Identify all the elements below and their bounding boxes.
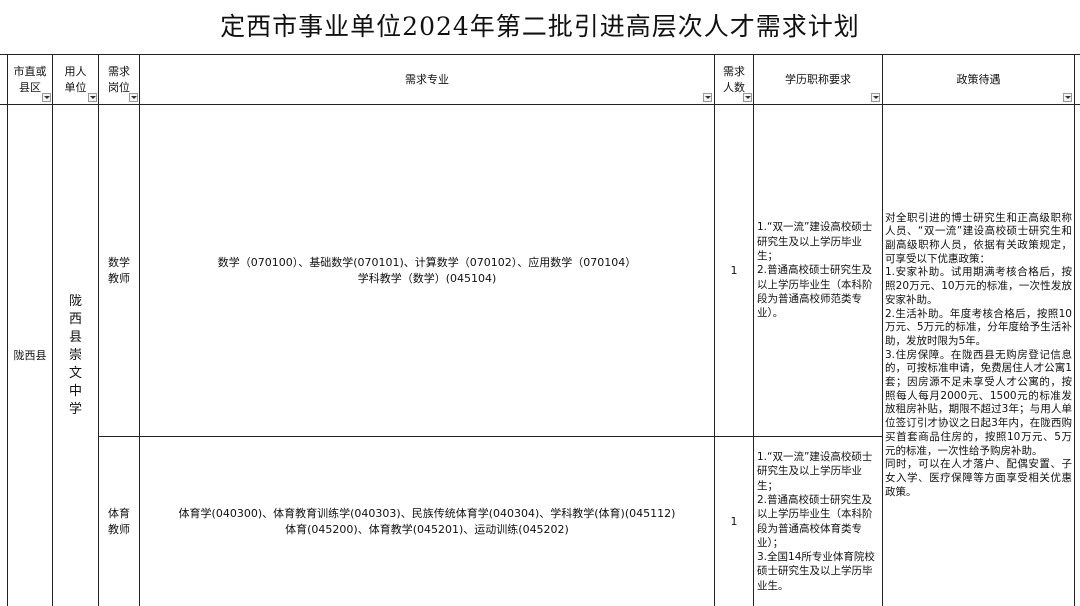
filter-dropdown-education[interactable] (871, 93, 880, 102)
filter-dropdown-policy[interactable] (1063, 93, 1072, 102)
policy-text: 对全职引进的博士研究生和正高级职称人员、“双一流”建设高校硕士研究生和副高级职称… (885, 211, 1072, 498)
document-title: 定西市事业单位2024年第二批引进高层次人才需求计划 (220, 12, 860, 41)
post-cell-row2: 体育教师 (99, 437, 139, 606)
policy-cell: 对全职引进的博士研究生和正高级职称人员、“双一流”建设高校硕士研究生和副高级职称… (885, 105, 1072, 606)
header-major-label: 需求专业 (405, 72, 449, 86)
count-cell-row2: 1 (715, 437, 753, 606)
count-value: 1 (730, 514, 738, 528)
education-cell-row2: 1.“双一流”建设高校硕士研究生及以上学历毕业生； 2.普通高校硕士研究生及以上… (757, 437, 880, 606)
header-policy: 政策待遇 (883, 55, 1074, 104)
major-text-line2: 体育(045200)、体育教学(045201)、运动训练(045202) (285, 522, 569, 536)
education-cell-row1: 1.“双一流”建设高校硕士研究生及以上学历毕业生； 2.普通高校硕士研究生及以上… (757, 105, 880, 436)
header-post-label: 需求岗位 (108, 64, 130, 94)
post-cell-row1: 数学教师 (99, 105, 139, 436)
filter-dropdown-major[interactable] (703, 93, 712, 102)
count-value: 1 (730, 263, 738, 277)
major-cell-row2: 体育学(040300)、体育教育训练学(040303)、民族传统体育学(0403… (140, 437, 714, 606)
header-county-label: 市直或县区 (13, 64, 47, 94)
education-requirements: 1.“双一流”建设高校硕士研究生及以上学历毕业生； 2.普通高校硕士研究生及以上… (757, 221, 873, 320)
filter-dropdown-county[interactable] (42, 93, 51, 102)
county-cell: 陇西县 (8, 105, 52, 606)
county-value: 陇西县 (13, 348, 47, 362)
count-cell-row1: 1 (715, 105, 753, 436)
column-divider (1074, 54, 1075, 606)
column-divider (753, 54, 754, 606)
major-text-line2: 学科教学（数学）(045104) (357, 271, 497, 285)
major-text-line1: 数学（070100）、基础数学(070101)、计算数学（070102）、应用数… (217, 256, 637, 269)
header-policy-label: 政策待遇 (956, 72, 1001, 86)
post-value: 数学教师 (108, 256, 130, 285)
header-major: 需求专业 (140, 55, 714, 104)
education-requirements: 1.“双一流”建设高校硕士研究生及以上学历毕业生； 2.普通高校硕士研究生及以上… (757, 451, 875, 592)
major-text-line1: 体育学(040300)、体育教育训练学(040303)、民族传统体育学(0403… (178, 507, 676, 520)
filter-dropdown-employer[interactable] (88, 93, 97, 102)
employer-cell: 陇西县崇文中学 (53, 105, 98, 606)
header-count-label: 需求人数 (723, 64, 745, 94)
employer-value: 陇西县崇文中学 (68, 293, 82, 417)
major-cell-row1: 数学（070100）、基础数学(070101)、计算数学（070102）、应用数… (140, 105, 714, 436)
column-divider (882, 54, 883, 606)
filter-dropdown-count[interactable] (743, 93, 752, 102)
filter-dropdown-post[interactable] (129, 93, 138, 102)
header-education: 学历职称要求 (754, 55, 882, 104)
post-value: 体育教师 (108, 507, 130, 536)
header-employer-label: 用人单位 (64, 64, 87, 94)
header-education-label: 学历职称要求 (785, 72, 851, 86)
